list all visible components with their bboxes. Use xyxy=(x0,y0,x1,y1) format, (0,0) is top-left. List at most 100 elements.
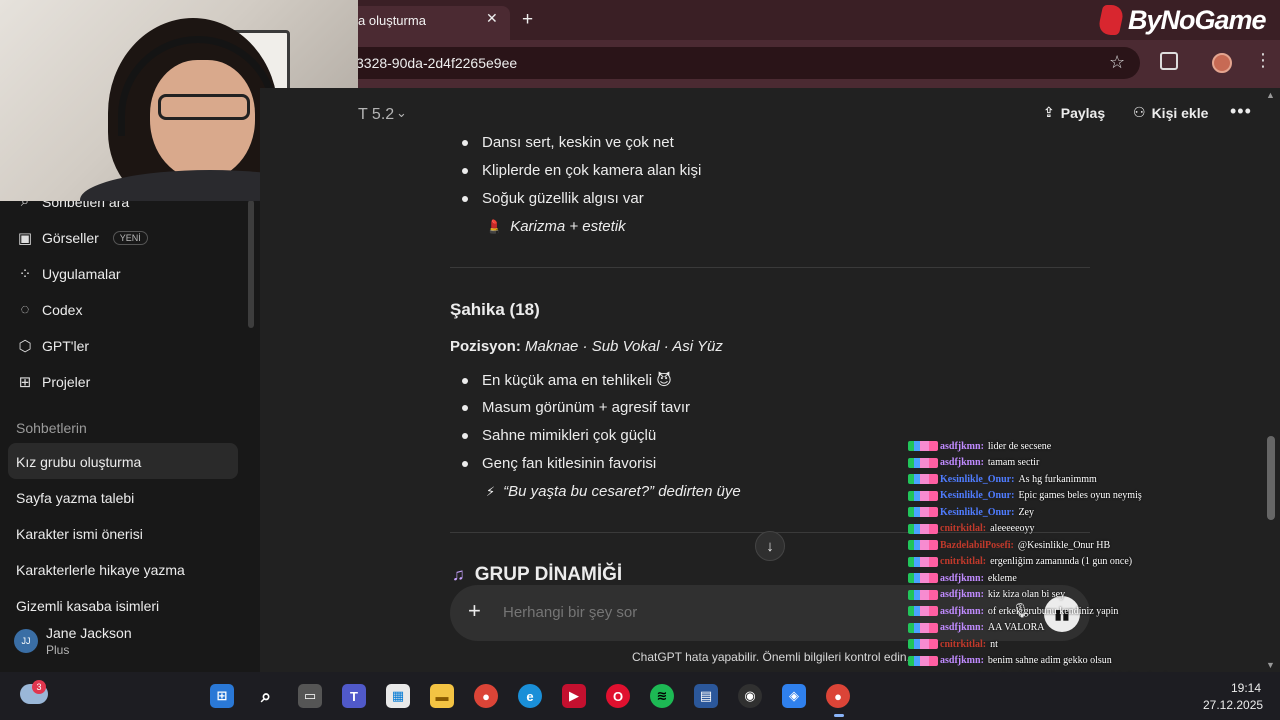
chat-badges-icon xyxy=(908,507,938,517)
chat-badges-icon xyxy=(908,523,938,534)
bullet-icon xyxy=(462,140,468,147)
url-text[interactable]: 3328-90da-2d4f2265e9ee xyxy=(356,55,517,71)
list-item-text: Genç fan kitlesinin favorisi xyxy=(482,455,657,472)
profile-avatar-icon[interactable] xyxy=(1212,53,1232,73)
model-selector[interactable]: T 5.2 xyxy=(358,106,394,124)
chat-message-text: nt xyxy=(990,638,998,650)
apps-icon: ⁘ xyxy=(18,266,32,283)
search-icon[interactable]: ⌕ xyxy=(254,684,278,708)
list-item: Soğuk güzellik algısı var xyxy=(462,190,644,207)
file-explorer-icon[interactable]: ▬ xyxy=(430,684,454,708)
member-heading: Şahika (18) xyxy=(450,300,540,319)
list-item: Sahne mimikleri çok güçlü xyxy=(462,427,656,444)
sidebar-item-label: Görseller xyxy=(42,230,99,246)
scroll-up-arrow-icon[interactable]: ▲ xyxy=(1266,90,1275,100)
chat-badges-icon xyxy=(908,573,938,583)
chat-item[interactable]: Gizemli kasaba isimleri xyxy=(16,598,159,612)
lightning-icon: ⚡ xyxy=(486,484,496,499)
chat-username: asdfjkmn: xyxy=(940,605,984,617)
chat-message: asdfjkmn: AA VALORA xyxy=(908,620,1045,636)
share-button[interactable]: ⇪ Paylaş xyxy=(1043,104,1105,121)
chat-badges-icon xyxy=(908,622,938,633)
app-icon[interactable]: ◈ xyxy=(782,684,806,708)
logo-text: ByNoGame xyxy=(1128,4,1267,35)
music-notes-icon: ♫ xyxy=(452,565,465,584)
chat-item[interactable]: Sayfa yazma talebi xyxy=(16,490,134,506)
spotify-icon[interactable]: ≋ xyxy=(650,684,674,708)
store-icon[interactable]: ▦ xyxy=(386,684,410,708)
chat-message-text: AA VALORA xyxy=(987,622,1045,633)
user-plan: Plus xyxy=(46,643,70,657)
divider xyxy=(450,267,1090,268)
chat-message-text: kiz kiza olan bi sey xyxy=(987,589,1066,600)
bullet-icon xyxy=(462,168,468,175)
chat-username: Kesinlikle_Onur: xyxy=(940,490,1015,501)
sidebar-item-label: Projeler xyxy=(42,374,91,390)
chat-username: asdfjkmn: xyxy=(940,440,984,452)
sidebar-item-projects[interactable]: ⊞ Projeler xyxy=(16,373,91,391)
chat-username: asdfjkmn: xyxy=(940,572,984,584)
chat-username: cnitrkitlal: xyxy=(940,638,987,650)
scroll-to-bottom-button[interactable]: ↓ xyxy=(755,531,785,561)
prompt-input[interactable] xyxy=(503,604,883,621)
chat-message: asdfjkmn: benim sahne adim gekko olsun xyxy=(908,653,1112,669)
chat-message-text: of erkek grubunu kendiniz yapin xyxy=(987,605,1119,617)
chat-message: Kesinlikle_Onur: Zey xyxy=(908,504,1034,520)
obs-icon[interactable]: ◉ xyxy=(738,684,762,708)
disclaimer-text: ChatGPT hata yapabilir. Önemli bilgileri… xyxy=(632,650,910,664)
chat-item[interactable]: Kız grubu oluşturma xyxy=(16,454,141,470)
extensions-icon[interactable] xyxy=(1160,52,1178,70)
add-person-button[interactable]: ⚇ Kişi ekle xyxy=(1133,104,1208,121)
position-label: Pozisyon: xyxy=(450,338,521,355)
chat-badges-icon xyxy=(908,441,938,451)
sidebar-item-images[interactable]: ▣ Görseller YENİ xyxy=(16,229,148,247)
taskbar xyxy=(0,672,1280,720)
tab-title[interactable]: a oluşturma xyxy=(358,13,426,28)
chat-item[interactable]: Karakter ismi önerisi xyxy=(16,526,143,542)
tab-close-icon[interactable]: ✕ xyxy=(486,10,498,27)
chat-message-text: aleeeeeoyy xyxy=(990,523,1035,534)
opera-icon[interactable]: O xyxy=(606,684,630,708)
task-view-icon[interactable]: ▭ xyxy=(298,684,322,708)
plus-icon[interactable]: + xyxy=(468,598,481,624)
sidebar-item-label: GPT'ler xyxy=(42,338,90,354)
teams-icon[interactable]: T xyxy=(342,684,366,708)
windows-start-icon[interactable]: ⊞ xyxy=(210,684,234,708)
chrome-active-icon[interactable]: ● xyxy=(826,684,850,708)
sidebar-scrollbar[interactable] xyxy=(248,200,254,328)
chat-message: asdfjkmn: ekleme xyxy=(908,570,1017,586)
image-icon: ▣ xyxy=(17,230,33,247)
sidebar-item-codex[interactable]: ◌ Codex xyxy=(16,301,83,318)
chat-item[interactable]: Karakterlerle hikaye yazma xyxy=(16,562,185,578)
more-options-icon[interactable]: ••• xyxy=(1230,101,1252,122)
position-value: Maknae · Sub Vokal · Asi Yüz xyxy=(525,338,723,355)
clock-time[interactable]: 19:14 xyxy=(1231,681,1261,695)
list-item-text: En küçük ama en tehlikeli 😈 xyxy=(482,372,672,389)
sidebar-item-gpts[interactable]: ⬡ GPT'ler xyxy=(16,337,89,355)
chat-message-text: Zey xyxy=(1018,506,1034,518)
clock-date[interactable]: 27.12.2025 xyxy=(1203,698,1263,712)
new-tab-icon[interactable]: + xyxy=(522,9,533,31)
list-item: Genç fan kitlesinin favorisi xyxy=(462,455,656,472)
sidebar-item-label: Codex xyxy=(42,301,83,318)
codex-icon: ◌ xyxy=(20,301,30,318)
chat-message: Kesinlikle_Onur: As hg furkanimmm xyxy=(908,471,1097,487)
chrome-icon[interactable]: ● xyxy=(474,684,498,708)
media-player-icon[interactable]: ▶ xyxy=(562,684,586,708)
document-icon[interactable]: ▤ xyxy=(694,684,718,708)
bookmark-star-icon[interactable]: ☆ xyxy=(1109,52,1125,73)
chat-badges-icon xyxy=(908,589,938,600)
chat-message-text: tamam sectir xyxy=(987,457,1040,468)
chat-message: cnitrkitlal: aleeeeeoyy xyxy=(908,521,1035,537)
user-name[interactable]: Jane Jackson xyxy=(46,625,132,641)
sidebar-item-apps[interactable]: ⁘ Uygulamalar xyxy=(16,265,121,283)
browser-menu-icon[interactable]: ⋮ xyxy=(1254,50,1272,71)
avatar[interactable]: JJ xyxy=(14,629,38,653)
chat-message: asdfjkmn: of erkek grubunu kendiniz yapin xyxy=(908,603,1118,619)
chevron-down-icon[interactable]: ⌄ xyxy=(396,105,407,121)
list-item: Dansı sert, keskin ve çok net xyxy=(462,134,674,151)
cube-icon: ⬡ xyxy=(18,338,32,355)
chat-username: BazdelabilPosefi: xyxy=(940,539,1014,551)
weather-badge: 3 xyxy=(32,680,46,694)
edge-icon[interactable]: e xyxy=(518,684,542,708)
